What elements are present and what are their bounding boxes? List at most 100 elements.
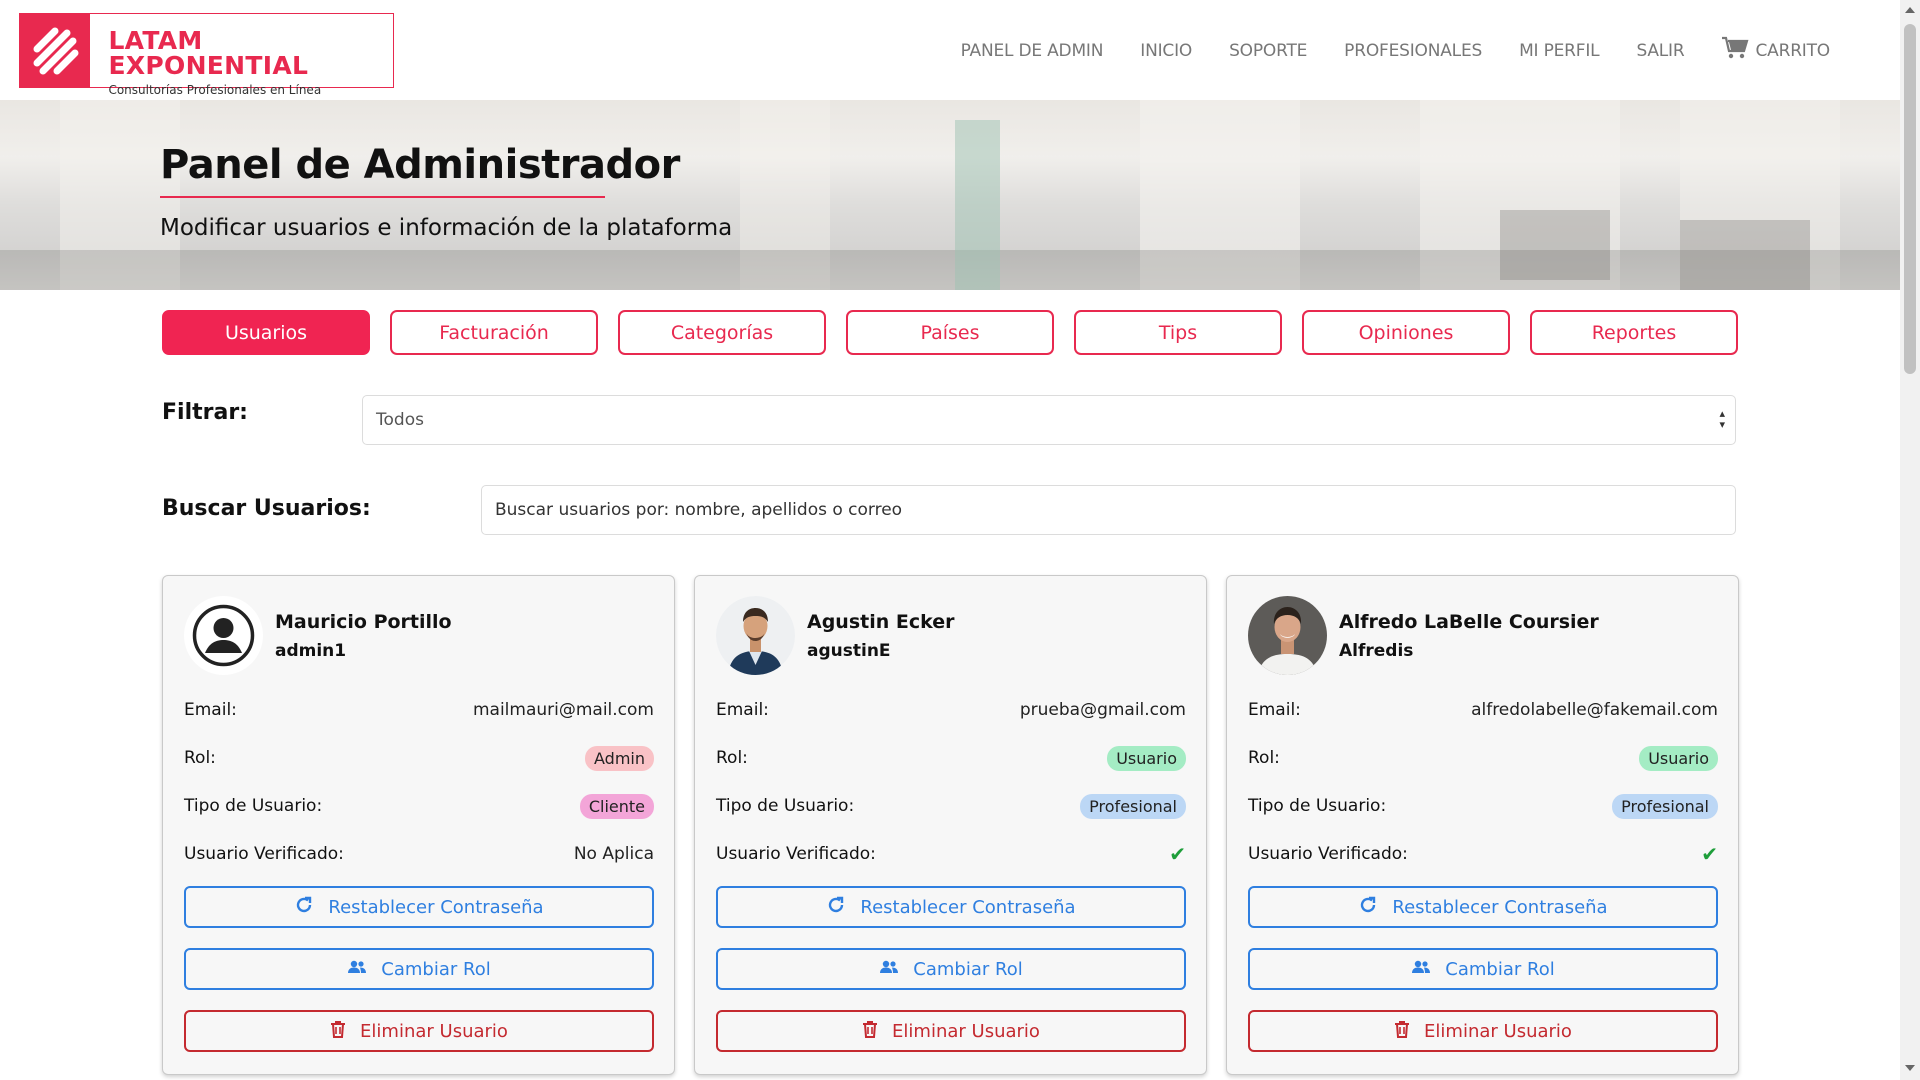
tab-reportes[interactable]: Reportes (1530, 310, 1738, 355)
user-photo (716, 596, 795, 675)
nav-links: PANEL DE ADMIN INICIO SOPORTE PROFESIONA… (924, 36, 1830, 65)
delete-user-button[interactable]: Eliminar Usuario (1248, 1010, 1718, 1052)
reset-password-label: Restablecer Contraseña (860, 896, 1076, 918)
user-name: Alfredo LaBelle Coursier (1339, 611, 1599, 633)
tab-paises[interactable]: Países (846, 310, 1054, 355)
tipo-label: Tipo de Usuario: (1248, 796, 1387, 816)
verificado-value: No Aplica (573, 844, 654, 864)
rol-row: Rol: Admin (184, 743, 654, 773)
rol-row: Rol: Usuario (716, 743, 1186, 773)
change-role-label: Cambiar Rol (1445, 958, 1555, 980)
admin-tabs: Usuarios Facturación Categorías Países T… (162, 310, 1738, 355)
user-username: agustinE (807, 641, 891, 661)
email-row: Email: alfredolabelle@fakemail.com (1248, 695, 1718, 725)
verificado-label: Usuario Verificado: (1248, 844, 1408, 864)
nav-item-inicio[interactable]: INICIO (1140, 36, 1192, 65)
delete-user-button[interactable]: Eliminar Usuario (184, 1010, 654, 1052)
cart-label: CARRITO (1755, 40, 1830, 61)
rol-label: Rol: (1248, 748, 1280, 768)
filter-select[interactable]: Todos ▴ ▾ (362, 395, 1736, 445)
search-label: Buscar Usuarios: (162, 496, 371, 521)
rol-badge: Admin (585, 745, 654, 771)
email-row: Email: prueba@gmail.com (716, 695, 1186, 725)
user-photo (1248, 596, 1327, 675)
tipo-label: Tipo de Usuario: (184, 796, 323, 816)
check-icon: ✔ (1701, 842, 1718, 866)
tipo-badge: Profesional (1080, 793, 1186, 819)
rol-row: Rol: Usuario (1248, 743, 1718, 773)
reset-password-button[interactable]: Restablecer Contraseña (184, 886, 654, 928)
brand-logo[interactable]: LATAM EXPONENTIAL Consultorías Profesion… (19, 13, 394, 97)
user-username: Alfredis (1339, 641, 1414, 661)
verificado-row: Usuario Verificado: ✔ (1248, 839, 1718, 869)
email-label: Email: (1248, 700, 1301, 720)
tab-categorias[interactable]: Categorías (618, 310, 826, 355)
tipo-row: Tipo de Usuario: Cliente (184, 791, 654, 821)
verificado-row: Usuario Verificado: No Aplica (184, 839, 654, 869)
default-user-icon (184, 596, 263, 675)
email-row: Email: mailmauri@mail.com (184, 695, 654, 725)
tab-opiniones[interactable]: Opiniones (1302, 310, 1510, 355)
scroll-up-icon[interactable] (1905, 7, 1915, 13)
reset-password-label: Restablecer Contraseña (1392, 896, 1608, 918)
trash-icon (1394, 1020, 1410, 1043)
scroll-down-icon[interactable] (1905, 1065, 1915, 1071)
navbar: LATAM EXPONENTIAL Consultorías Profesion… (0, 0, 1900, 100)
brand-tagline: Consultorías Profesionales en Línea (108, 83, 322, 97)
tipo-badge: Cliente (579, 793, 654, 819)
delete-user-label: Eliminar Usuario (1424, 1020, 1572, 1042)
change-role-label: Cambiar Rol (913, 958, 1023, 980)
email-label: Email: (184, 700, 237, 720)
trash-icon (862, 1020, 878, 1043)
tipo-label: Tipo de Usuario: (716, 796, 855, 816)
nav-item-mi-perfil[interactable]: MI PERFIL (1519, 36, 1600, 65)
change-role-button[interactable]: Cambiar Rol (716, 948, 1186, 990)
refresh-icon (294, 895, 314, 920)
page-scrollbar[interactable] (1900, 0, 1920, 1080)
search-input[interactable]: Buscar usuarios por: nombre, apellidos o… (481, 485, 1736, 535)
nav-item-panel-admin[interactable]: PANEL DE ADMIN (961, 36, 1104, 65)
verificado-row: Usuario Verificado: ✔ (716, 839, 1186, 869)
delete-user-label: Eliminar Usuario (892, 1020, 1040, 1042)
brand-name: LATAM EXPONENTIAL (108, 26, 309, 80)
user-card: Mauricio Portillo admin1 Email: mailmaur… (162, 575, 675, 1075)
rol-badge: Usuario (1107, 745, 1186, 771)
tab-tips[interactable]: Tips (1074, 310, 1282, 355)
user-card: Agustin Ecker agustinE Email: prueba@gma… (694, 575, 1207, 1075)
logo-icon (20, 14, 91, 87)
tab-facturacion[interactable]: Facturación (390, 310, 598, 355)
email-value: prueba@gmail.com (1019, 700, 1186, 720)
reset-password-button[interactable]: Restablecer Contraseña (716, 886, 1186, 928)
tipo-badge: Profesional (1612, 793, 1718, 819)
title-underline (160, 196, 605, 198)
check-icon: ✔ (1169, 842, 1186, 866)
user-username: admin1 (275, 641, 347, 661)
nav-item-salir[interactable]: SALIR (1636, 36, 1684, 65)
select-arrows-icon: ▴ ▾ (1719, 407, 1725, 431)
change-role-button[interactable]: Cambiar Rol (184, 948, 654, 990)
users-icon (1411, 959, 1431, 980)
reset-password-label: Restablecer Contraseña (328, 896, 544, 918)
refresh-icon (826, 895, 846, 920)
rol-label: Rol: (184, 748, 216, 768)
scrollbar-thumb[interactable] (1904, 24, 1916, 374)
change-role-button[interactable]: Cambiar Rol (1248, 948, 1718, 990)
nav-item-carrito[interactable]: CARRITO (1721, 36, 1830, 65)
filter-label: Filtrar: (162, 400, 248, 425)
email-label: Email: (716, 700, 769, 720)
tab-usuarios[interactable]: Usuarios (162, 310, 370, 355)
refresh-icon (1358, 895, 1378, 920)
reset-password-button[interactable]: Restablecer Contraseña (1248, 886, 1718, 928)
cart-icon (1721, 36, 1749, 65)
verificado-label: Usuario Verificado: (716, 844, 876, 864)
nav-item-soporte[interactable]: SOPORTE (1229, 36, 1307, 65)
user-name: Agustin Ecker (807, 611, 955, 633)
delete-user-label: Eliminar Usuario (360, 1020, 508, 1042)
nav-item-profesionales[interactable]: PROFESIONALES (1344, 36, 1482, 65)
page-subtitle: Modificar usuarios e información de la p… (160, 215, 733, 241)
users-icon (879, 959, 899, 980)
delete-user-button[interactable]: Eliminar Usuario (716, 1010, 1186, 1052)
user-card: Alfredo LaBelle Coursier Alfredis Email:… (1226, 575, 1739, 1075)
hero-banner: Panel de Administrador Modificar usuario… (0, 100, 1900, 290)
rol-label: Rol: (716, 748, 748, 768)
